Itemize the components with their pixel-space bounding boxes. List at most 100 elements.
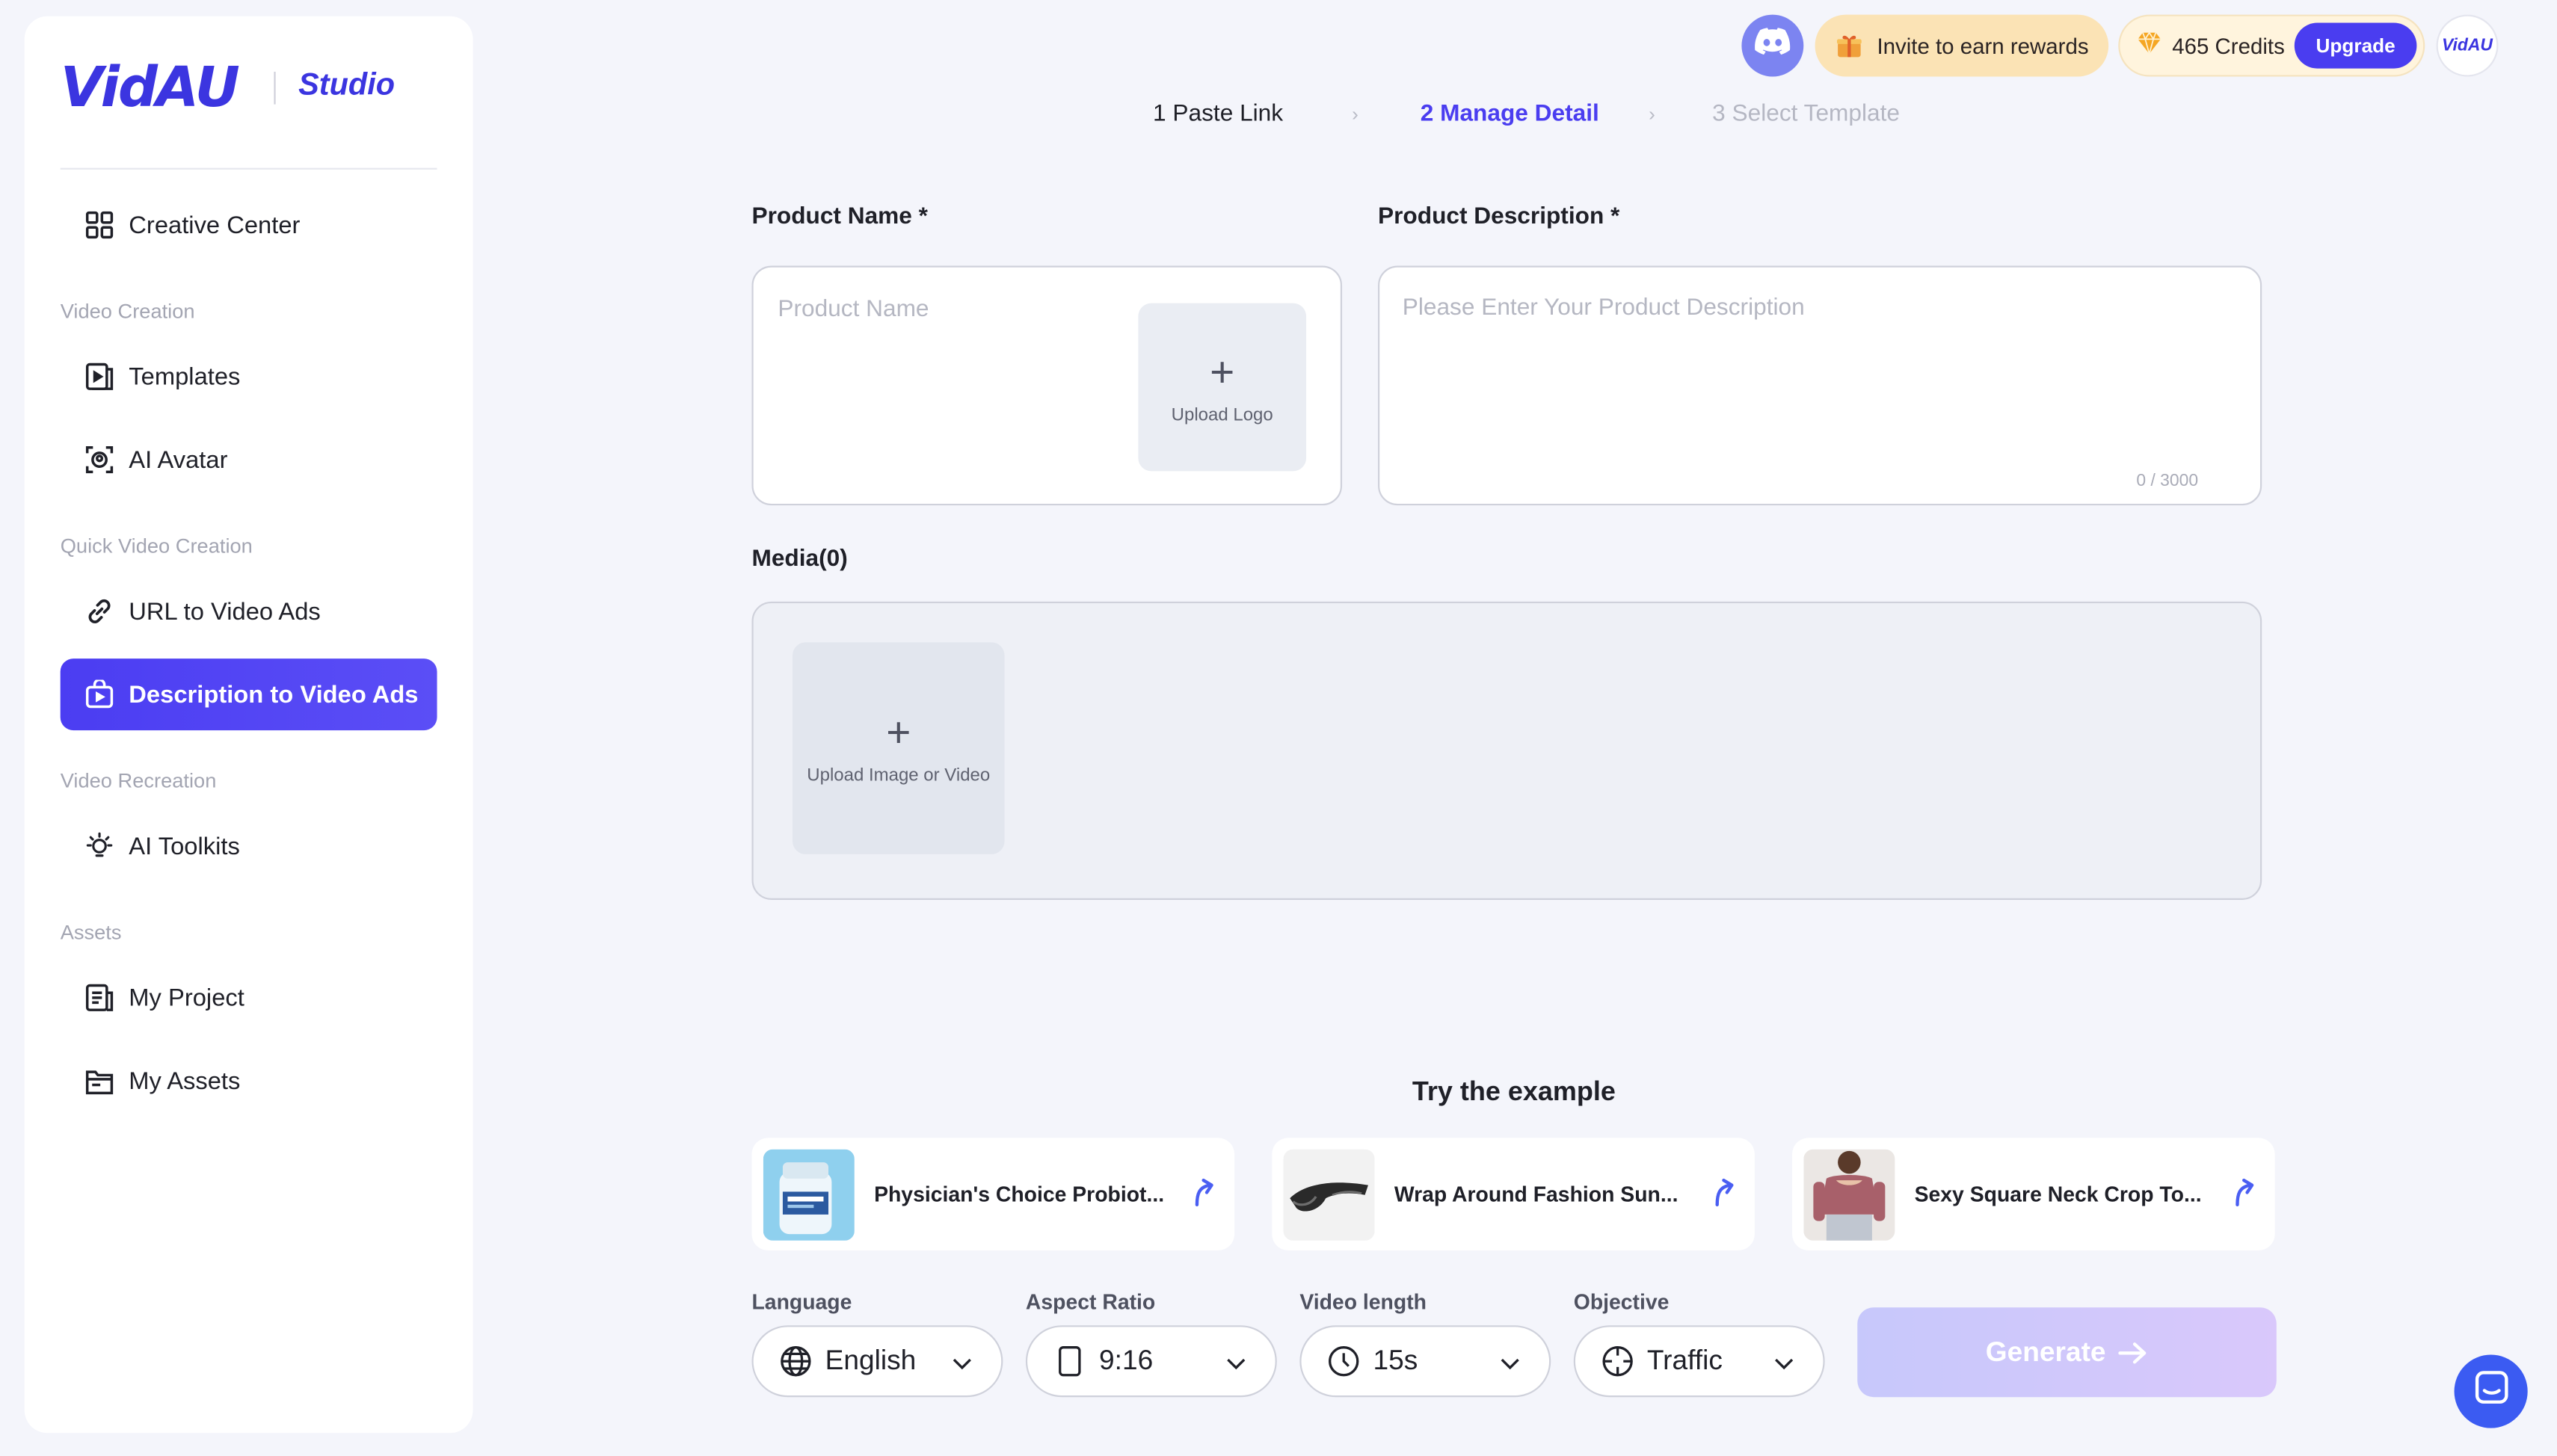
sidebar-item-label: URL to Video Ads xyxy=(129,597,321,626)
sidebar-item-description-to-video[interactable]: Description to Video Ads xyxy=(60,658,437,731)
grid-icon xyxy=(84,210,114,239)
avatar-scan-icon xyxy=(84,445,114,474)
generate-button[interactable]: Generate xyxy=(1857,1307,2277,1398)
chevron-right-icon: › xyxy=(1649,102,1655,126)
example-title: Sexy Square Neck Crop To... xyxy=(1914,1182,2202,1207)
gift-icon xyxy=(1836,33,1862,59)
language-select[interactable]: English xyxy=(751,1325,1003,1398)
folder-icon xyxy=(84,1066,114,1095)
sidebar-item-url-to-video[interactable]: URL to Video Ads xyxy=(61,576,437,647)
sidebar-item-label: Templates xyxy=(129,363,241,391)
document-icon xyxy=(84,983,114,1012)
upload-media-button[interactable]: + Upload Image or Video xyxy=(793,642,1005,854)
step-select-template: 3 Select Template xyxy=(1712,101,1900,128)
video-length-select[interactable]: 15s xyxy=(1299,1325,1551,1398)
generate-label: Generate xyxy=(1985,1336,2106,1367)
template-icon xyxy=(84,362,114,391)
probiotic-thumbnail xyxy=(763,1148,855,1240)
chevron-right-icon: › xyxy=(1352,102,1358,126)
description-placeholder: Please Enter Your Product Description xyxy=(1402,294,1805,321)
credits-count: 465 Credits xyxy=(2172,33,2285,58)
discord-icon xyxy=(1755,28,1791,64)
video-length-value: 15s xyxy=(1373,1345,1418,1376)
media-label: Media(0) xyxy=(751,546,848,573)
invite-label: Invite to earn rewards xyxy=(1877,33,2089,58)
clock-icon xyxy=(1327,1345,1360,1378)
product-description-label: Product Description * xyxy=(1378,203,1620,230)
share-arrow-icon[interactable] xyxy=(1189,1177,1218,1215)
description-char-counter: 0 / 3000 xyxy=(2136,471,2199,491)
aspect-ratio-label: Aspect Ratio xyxy=(1025,1289,1156,1314)
lightbulb-icon xyxy=(84,831,114,860)
crosshair-icon xyxy=(1601,1345,1634,1378)
sidebar-item-label: Creative Center xyxy=(129,211,301,239)
sidebar-item-label: My Assets xyxy=(129,1067,241,1095)
chevron-down-icon xyxy=(951,1350,974,1383)
upload-logo-button[interactable]: + Upload Logo xyxy=(1138,303,1307,472)
gem-icon xyxy=(2138,31,2161,59)
globe-icon xyxy=(780,1345,813,1378)
section-assets: Assets xyxy=(60,921,122,944)
example-card[interactable]: Physician's Choice Probiot... xyxy=(751,1138,1235,1250)
sunglasses-thumbnail xyxy=(1283,1148,1375,1240)
example-card[interactable]: Wrap Around Fashion Sun... xyxy=(1272,1138,1755,1250)
example-title: Physician's Choice Probiot... xyxy=(874,1182,1165,1207)
example-card[interactable]: Sexy Square Neck Crop To... xyxy=(1792,1138,2275,1250)
share-arrow-icon[interactable] xyxy=(2230,1177,2259,1215)
media-dropzone[interactable]: + Upload Image or Video xyxy=(751,601,2262,900)
link-icon xyxy=(84,596,114,626)
discord-button[interactable] xyxy=(1741,14,1804,77)
objective-value: Traffic xyxy=(1646,1345,1723,1376)
language-value: English xyxy=(825,1345,917,1376)
sidebar-item-label: Description to Video Ads xyxy=(129,680,419,709)
chat-support-button[interactable] xyxy=(2454,1354,2528,1428)
credits-pill: 465 Credits Upgrade xyxy=(2118,14,2425,77)
sidebar-item-ai-avatar[interactable]: AI Avatar xyxy=(61,424,437,496)
sidebar-item-label: AI Avatar xyxy=(129,445,228,474)
sidebar-item-my-project[interactable]: My Project xyxy=(61,962,437,1034)
brand-divider xyxy=(274,71,276,105)
sidebar-item-creative-center[interactable]: Creative Center xyxy=(61,189,437,261)
step-manage-detail[interactable]: 2 Manage Detail xyxy=(1421,101,1599,127)
objective-label: Objective xyxy=(1573,1289,1670,1314)
chevron-down-icon xyxy=(1773,1350,1796,1383)
sidebar-item-label: My Project xyxy=(129,984,244,1012)
chat-icon xyxy=(2473,1369,2509,1413)
vidau-logo[interactable]: VidAU xyxy=(61,55,240,120)
sidebar-item-label: AI Toolkits xyxy=(129,832,240,860)
sidebar-item-templates[interactable]: Templates xyxy=(61,341,437,413)
upload-logo-label: Upload Logo xyxy=(1171,405,1273,425)
shopping-bag-icon xyxy=(84,679,114,709)
studio-label: Studio xyxy=(298,68,396,103)
crop-top-thumbnail xyxy=(1803,1148,1895,1240)
sidebar-item-my-assets[interactable]: My Assets xyxy=(61,1045,437,1117)
examples-title: Try the example xyxy=(1412,1077,1616,1107)
arrow-right-icon xyxy=(2118,1341,2148,1364)
upload-media-label: Upload Image or Video xyxy=(807,766,991,786)
portrait-phone-icon xyxy=(1053,1345,1086,1378)
product-description-field[interactable]: Please Enter Your Product Description 0 … xyxy=(1378,265,2262,506)
aspect-ratio-select[interactable]: 9:16 xyxy=(1025,1325,1277,1398)
example-title: Wrap Around Fashion Sun... xyxy=(1394,1182,1678,1207)
aspect-ratio-value: 9:16 xyxy=(1099,1345,1154,1376)
section-video-creation: Video Creation xyxy=(60,300,195,323)
video-length-label: Video length xyxy=(1299,1289,1427,1314)
language-label: Language xyxy=(751,1289,852,1314)
sidebar-item-ai-toolkits[interactable]: AI Toolkits xyxy=(61,810,437,882)
share-arrow-icon[interactable] xyxy=(1709,1177,1738,1215)
chevron-down-icon xyxy=(1498,1350,1521,1383)
section-video-recreation: Video Recreation xyxy=(60,769,217,793)
product-name-field[interactable]: Product Name + Upload Logo xyxy=(751,265,1343,506)
section-quick-video-creation: Quick Video Creation xyxy=(60,534,253,558)
product-name-label: Product Name * xyxy=(751,203,929,230)
step-paste-link[interactable]: 1 Paste Link xyxy=(1153,101,1283,127)
invite-rewards-button[interactable]: Invite to earn rewards xyxy=(1815,14,2109,77)
plus-icon: + xyxy=(886,707,911,757)
objective-select[interactable]: Traffic xyxy=(1573,1325,1825,1398)
sidebar: VidAU Studio Creative Center Video Creat… xyxy=(24,16,473,1434)
product-name-placeholder: Product Name xyxy=(778,296,929,323)
user-avatar[interactable]: VidAU xyxy=(2436,14,2499,77)
chevron-down-icon xyxy=(1225,1350,1248,1383)
plus-icon: + xyxy=(1210,346,1235,395)
upgrade-button[interactable]: Upgrade xyxy=(2294,22,2417,69)
